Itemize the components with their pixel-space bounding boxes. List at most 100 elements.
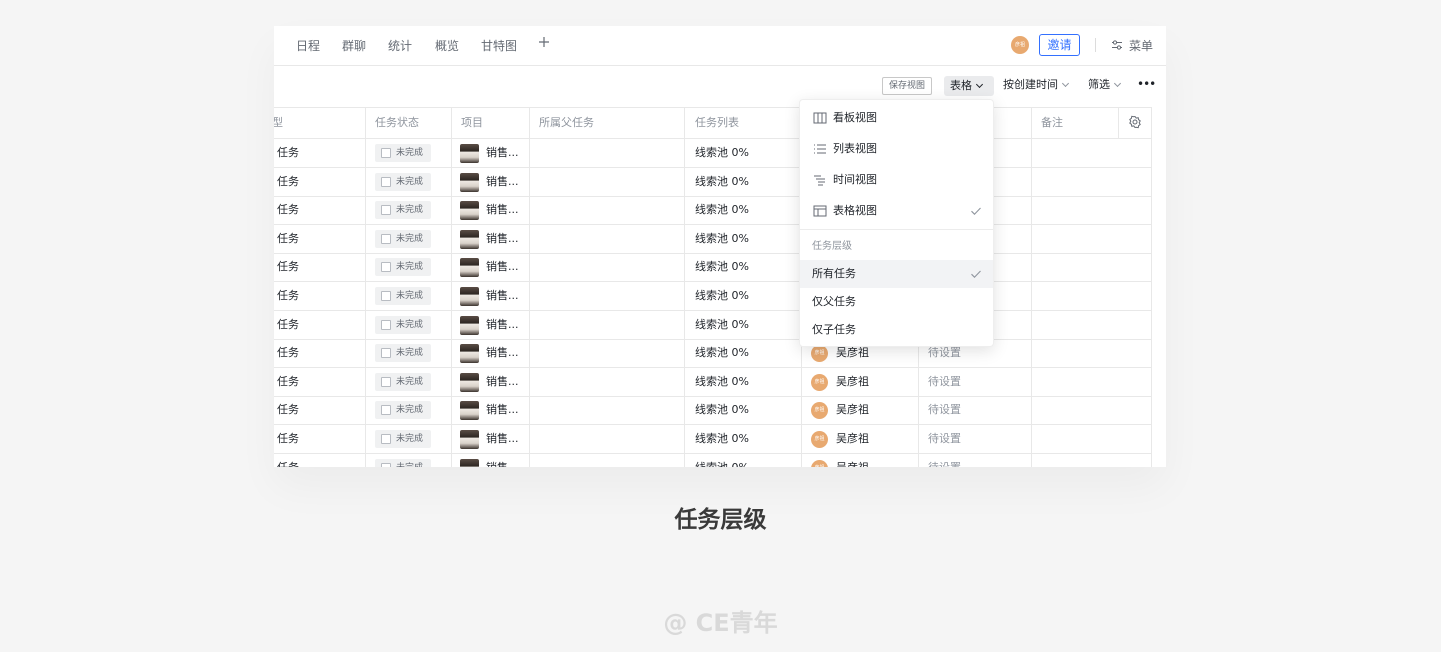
column-divider — [365, 108, 366, 467]
project-name[interactable]: 销售... — [486, 175, 519, 189]
checkbox-icon[interactable] — [381, 262, 391, 273]
menu-item-all-tasks[interactable]: 所有任务 — [800, 260, 993, 288]
view-switcher[interactable]: 表格 — [944, 76, 994, 96]
settings-sliders-icon[interactable] — [1111, 39, 1123, 51]
status-badge[interactable]: 未完成 — [375, 458, 431, 467]
column-header-status[interactable]: 任务状态 — [375, 116, 419, 130]
menu-button[interactable]: 菜单 — [1129, 39, 1153, 53]
project-name[interactable]: 销售... — [486, 403, 519, 417]
chevron-down-icon — [1113, 79, 1122, 88]
table-row[interactable]: 任务未完成销售...线索池 0%彦祖吴彦祖待设置 — [274, 339, 1152, 369]
tab-group-chat[interactable]: 群聊 — [342, 39, 366, 53]
column-header-task-list[interactable]: 任务列表 — [695, 116, 739, 130]
project-name[interactable]: 销售... — [486, 318, 519, 332]
assignee-name[interactable]: 吴彦祖 — [836, 461, 869, 467]
table-row[interactable]: 任务未完成销售...线索池 0%彦祖吴彦祖待设置 — [274, 282, 1152, 311]
table-row[interactable]: 任务未完成销售...线索池 0%彦祖吴彦祖待设置 — [274, 311, 1152, 340]
status-badge[interactable]: 未完成 — [375, 401, 431, 420]
checkbox-icon[interactable] — [381, 434, 391, 444]
assignee-avatar: 彦祖 — [811, 431, 828, 448]
project-thumbnail — [460, 315, 479, 335]
chevron-down-icon — [1061, 79, 1070, 88]
assignee-name[interactable]: 吴彦祖 — [836, 432, 869, 446]
menu-item-label: 仅父任务 — [812, 295, 856, 308]
add-tab-icon[interactable] — [538, 36, 550, 48]
project-name[interactable]: 销售... — [486, 346, 519, 360]
filter-dropdown[interactable]: 筛选 — [1088, 78, 1122, 92]
due-date-value[interactable]: 待设置 — [928, 461, 961, 467]
status-badge[interactable]: 未完成 — [375, 315, 431, 334]
project-name[interactable]: 销售... — [486, 260, 519, 274]
project-name[interactable]: 销售... — [486, 146, 519, 160]
table-row[interactable]: 任务未完成销售...线索池 0%彦祖吴彦祖待设置 — [274, 368, 1152, 397]
table-row[interactable]: 任务未完成销售...线索池 0%彦祖吴彦祖待设置 — [274, 168, 1152, 197]
sort-dropdown[interactable]: 按创建时间 — [1003, 78, 1070, 92]
assignee-name[interactable]: 吴彦祖 — [836, 346, 869, 360]
invite-button[interactable]: 邀请 — [1039, 34, 1080, 56]
project-name[interactable]: 销售... — [486, 203, 519, 217]
project-thumbnail — [460, 430, 479, 449]
table-row[interactable]: 任务未完成销售...线索池 0%彦祖吴彦祖待设置 — [274, 196, 1152, 226]
checkbox-icon[interactable] — [381, 176, 391, 187]
due-date-value[interactable]: 待设置 — [928, 403, 961, 417]
tab-overview[interactable]: 概览 — [435, 39, 459, 53]
filter-label: 筛选 — [1088, 78, 1110, 91]
column-header-notes[interactable]: 备注 — [1041, 116, 1063, 130]
save-view-button[interactable]: 保存视图 — [882, 77, 932, 95]
status-badge[interactable]: 未完成 — [375, 287, 431, 305]
table-row[interactable]: 任务未完成销售...线索池 0%彦祖吴彦祖待设置 — [274, 225, 1152, 254]
checkbox-icon[interactable] — [381, 233, 391, 244]
status-badge[interactable]: 未完成 — [375, 144, 431, 162]
status-badge[interactable]: 未完成 — [375, 229, 431, 248]
checkbox-icon[interactable] — [381, 205, 391, 216]
menu-item-board-view[interactable]: 看板视图 — [800, 104, 993, 132]
gear-icon[interactable] — [1128, 115, 1142, 129]
checkbox-icon[interactable] — [381, 319, 391, 330]
menu-item-label: 列表视图 — [833, 142, 877, 155]
menu-item-list-view[interactable]: 列表视图 — [800, 135, 993, 163]
column-header-parent-task[interactable]: 所属父任务 — [539, 116, 594, 130]
sort-label: 按创建时间 — [1003, 78, 1058, 91]
status-badge[interactable]: 未完成 — [375, 344, 431, 363]
column-header-project[interactable]: 项目 — [461, 116, 483, 130]
tab-gantt[interactable]: 甘特图 — [481, 39, 517, 53]
checkbox-icon[interactable] — [381, 462, 391, 467]
tab-schedule[interactable]: 日程 — [296, 39, 320, 53]
due-date-value[interactable]: 待设置 — [928, 375, 961, 389]
menu-item-parent-tasks-only[interactable]: 仅父任务 — [800, 288, 993, 316]
menu-item-table-view[interactable]: 表格视图 — [800, 197, 993, 225]
status-badge[interactable]: 未完成 — [375, 201, 431, 220]
more-icon[interactable]: ••• — [1137, 77, 1156, 91]
table-row[interactable]: 任务未完成销售...线索池 0%彦祖吴彦祖待设置 — [274, 396, 1152, 426]
due-date-value[interactable]: 待设置 — [928, 432, 961, 446]
table-row[interactable]: 任务未完成销售...线索池 0%彦祖吴彦祖待设置 — [274, 425, 1152, 454]
menu-item-timeline-view[interactable]: 时间视图 — [800, 166, 993, 194]
task-list-value: 线索池 0% — [695, 374, 749, 388]
checkbox-icon[interactable] — [381, 291, 391, 301]
table-row[interactable]: 任务未完成销售...线索池 0%彦祖吴彦祖待设置 — [274, 454, 1152, 467]
checkbox-icon[interactable] — [381, 376, 391, 387]
table-row[interactable]: 任务未完成销售...线索池 0%彦祖吴彦祖待设置 — [274, 253, 1152, 283]
project-name[interactable]: 销售... — [486, 289, 519, 303]
column-header-type[interactable]: 型 — [274, 116, 283, 130]
checkbox-icon[interactable] — [381, 348, 391, 359]
assignee-name[interactable]: 吴彦祖 — [836, 375, 869, 389]
checkbox-icon[interactable] — [381, 405, 391, 416]
due-date-value[interactable]: 待设置 — [928, 346, 961, 360]
project-name[interactable]: 销售... — [486, 232, 519, 246]
tab-statistics[interactable]: 统计 — [388, 39, 412, 53]
assignee-name[interactable]: 吴彦祖 — [836, 403, 869, 417]
avatar[interactable]: 彦祖 — [1011, 36, 1029, 54]
status-badge[interactable]: 未完成 — [375, 372, 431, 391]
project-name[interactable]: 销售... — [486, 375, 519, 389]
project-name[interactable]: 销售... — [486, 432, 519, 446]
project-thumbnail — [460, 287, 479, 306]
project-name[interactable]: 销售... — [486, 461, 519, 467]
table-row[interactable]: 任务未完成销售...线索池 0%彦祖吴彦祖待设置 — [274, 139, 1152, 168]
status-badge[interactable]: 未完成 — [375, 430, 431, 448]
menu-item-subtasks-only[interactable]: 仅子任务 — [800, 316, 993, 344]
checkbox-icon[interactable] — [381, 148, 391, 158]
tab-bar: 日程 群聊 统计 概览 甘特图 彦祖 邀请 菜单 — [274, 26, 1166, 66]
status-badge[interactable]: 未完成 — [375, 258, 431, 277]
status-badge[interactable]: 未完成 — [375, 172, 431, 191]
